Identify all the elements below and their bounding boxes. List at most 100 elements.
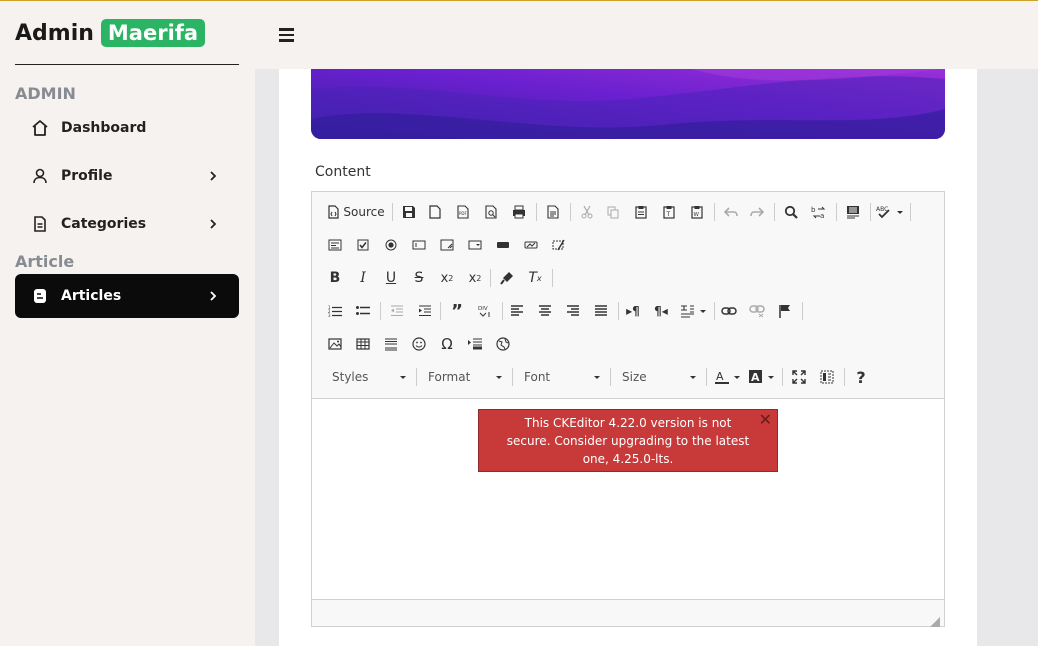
- unlink-icon[interactable]: [746, 300, 768, 322]
- link-icon[interactable]: [718, 300, 740, 322]
- rich-text-editor: Source PDF T W ba ABC B I U S x 2 x 2 T …: [311, 191, 945, 627]
- image-button-icon[interactable]: [520, 234, 542, 256]
- checkbox-icon[interactable]: [352, 234, 374, 256]
- select-all-icon[interactable]: [842, 201, 864, 223]
- svg-text:b: b: [811, 206, 816, 214]
- textarea-icon[interactable]: [436, 234, 458, 256]
- print-icon[interactable]: [508, 201, 530, 223]
- templates-icon[interactable]: [542, 201, 564, 223]
- size-dropdown-label: Size: [622, 370, 647, 384]
- image-icon[interactable]: [324, 333, 346, 355]
- maximize-icon[interactable]: [788, 366, 810, 388]
- sidebar-item-articles[interactable]: Articles: [15, 274, 239, 318]
- sidebar-item-label: Categories: [61, 216, 147, 232]
- content-field-label: Content: [315, 164, 371, 180]
- chevron-down-icon: [400, 375, 406, 379]
- italic-icon[interactable]: I: [352, 267, 374, 289]
- editor-statusbar: [312, 599, 944, 627]
- redo-icon[interactable]: [746, 201, 768, 223]
- font-dropdown-label: Font: [524, 370, 551, 384]
- size-dropdown[interactable]: Size: [616, 366, 700, 388]
- text-direction-ltr-icon[interactable]: ▸¶: [622, 300, 644, 322]
- user-icon: [31, 167, 49, 185]
- top-accent-line: [0, 0, 1038, 1]
- indent-icon[interactable]: [414, 300, 436, 322]
- text-color-dropdown[interactable]: A: [712, 366, 744, 388]
- bulleted-list-icon[interactable]: [352, 300, 374, 322]
- remove-format-icon[interactable]: Tx: [524, 267, 546, 289]
- horizontal-line-icon[interactable]: [380, 333, 402, 355]
- iframe-globe-icon[interactable]: [492, 333, 514, 355]
- smiley-icon[interactable]: [408, 333, 430, 355]
- select-field-icon[interactable]: [464, 234, 486, 256]
- hamburger-icon[interactable]: [279, 25, 297, 45]
- styles-dropdown[interactable]: Styles: [326, 366, 410, 388]
- div-container-icon[interactable]: DIV: [474, 300, 496, 322]
- sidebar-item-label: Profile: [61, 168, 113, 184]
- sidebar-item-profile[interactable]: Profile: [15, 154, 239, 198]
- strikethrough-icon[interactable]: S: [408, 267, 430, 289]
- subscript-icon[interactable]: x2: [436, 267, 458, 289]
- justify-icon[interactable]: [590, 300, 612, 322]
- paste-icon[interactable]: [630, 201, 652, 223]
- brand-logo[interactable]: Admin Maerifa: [15, 18, 206, 48]
- underline-icon[interactable]: U: [380, 267, 402, 289]
- superscript-icon[interactable]: x2: [464, 267, 486, 289]
- hidden-field-icon[interactable]: [548, 234, 570, 256]
- save-icon[interactable]: [398, 201, 420, 223]
- sidebar: Admin Maerifa ADMIN Dashboard Profile Ca…: [0, 0, 255, 646]
- close-icon[interactable]: ✕: [759, 412, 772, 428]
- align-left-icon[interactable]: [506, 300, 528, 322]
- sidebar-item-categories[interactable]: Categories: [15, 202, 239, 246]
- align-right-icon[interactable]: [562, 300, 584, 322]
- export-pdf-icon[interactable]: PDF: [452, 201, 474, 223]
- paste-text-icon[interactable]: T: [658, 201, 680, 223]
- find-icon[interactable]: [780, 201, 802, 223]
- chevron-down-icon: [496, 375, 502, 379]
- replace-icon[interactable]: ba: [808, 201, 830, 223]
- document-icon: [31, 215, 49, 233]
- font-dropdown[interactable]: Font: [518, 366, 604, 388]
- bold-icon[interactable]: B: [324, 267, 346, 289]
- outdent-icon[interactable]: [386, 300, 408, 322]
- chevron-right-icon: [205, 288, 221, 304]
- new-page-icon[interactable]: [424, 201, 446, 223]
- copy-formatting-icon[interactable]: [496, 267, 518, 289]
- resize-handle-icon[interactable]: [930, 612, 940, 627]
- sidebar-item-label: Dashboard: [61, 120, 147, 136]
- section-label-admin: ADMIN: [15, 84, 76, 103]
- spellcheck-dropdown[interactable]: ABC: [874, 201, 906, 223]
- button-field-icon[interactable]: [492, 234, 514, 256]
- source-button-label: Source: [343, 205, 385, 219]
- undo-icon[interactable]: [720, 201, 742, 223]
- editor-toolbar: Source PDF T W ba ABC B I U S x 2 x 2 T …: [312, 192, 944, 399]
- chevron-right-icon: [205, 216, 221, 232]
- table-icon[interactable]: [352, 333, 374, 355]
- help-icon[interactable]: ?: [850, 366, 872, 388]
- cut-icon[interactable]: [576, 201, 598, 223]
- language-dropdown[interactable]: [678, 300, 710, 322]
- svg-text:A: A: [751, 371, 760, 384]
- copy-icon[interactable]: [602, 201, 624, 223]
- align-center-icon[interactable]: [534, 300, 556, 322]
- source-button[interactable]: Source: [326, 201, 386, 223]
- text-direction-rtl-icon[interactable]: ¶◂: [650, 300, 672, 322]
- radio-icon[interactable]: [380, 234, 402, 256]
- anchor-flag-icon[interactable]: [774, 300, 796, 322]
- format-dropdown[interactable]: Format: [422, 366, 506, 388]
- background-color-dropdown[interactable]: A: [746, 366, 778, 388]
- form-icon[interactable]: [324, 234, 346, 256]
- preview-icon[interactable]: [480, 201, 502, 223]
- sidebar-item-dashboard[interactable]: Dashboard: [15, 106, 239, 150]
- section-label-article: Article: [15, 252, 75, 271]
- special-char-icon[interactable]: Ω: [436, 333, 458, 355]
- blockquote-icon[interactable]: ”: [446, 300, 468, 322]
- show-blocks-icon[interactable]: [816, 366, 838, 388]
- svg-text:A: A: [716, 370, 724, 383]
- paste-word-icon[interactable]: W: [686, 201, 708, 223]
- brand-divider: [15, 64, 239, 65]
- page-break-icon[interactable]: [464, 333, 486, 355]
- security-warning-text: This CKEditor 4.22.0 version is not secu…: [506, 416, 750, 466]
- text-field-icon[interactable]: [408, 234, 430, 256]
- numbered-list-icon[interactable]: 123: [324, 300, 346, 322]
